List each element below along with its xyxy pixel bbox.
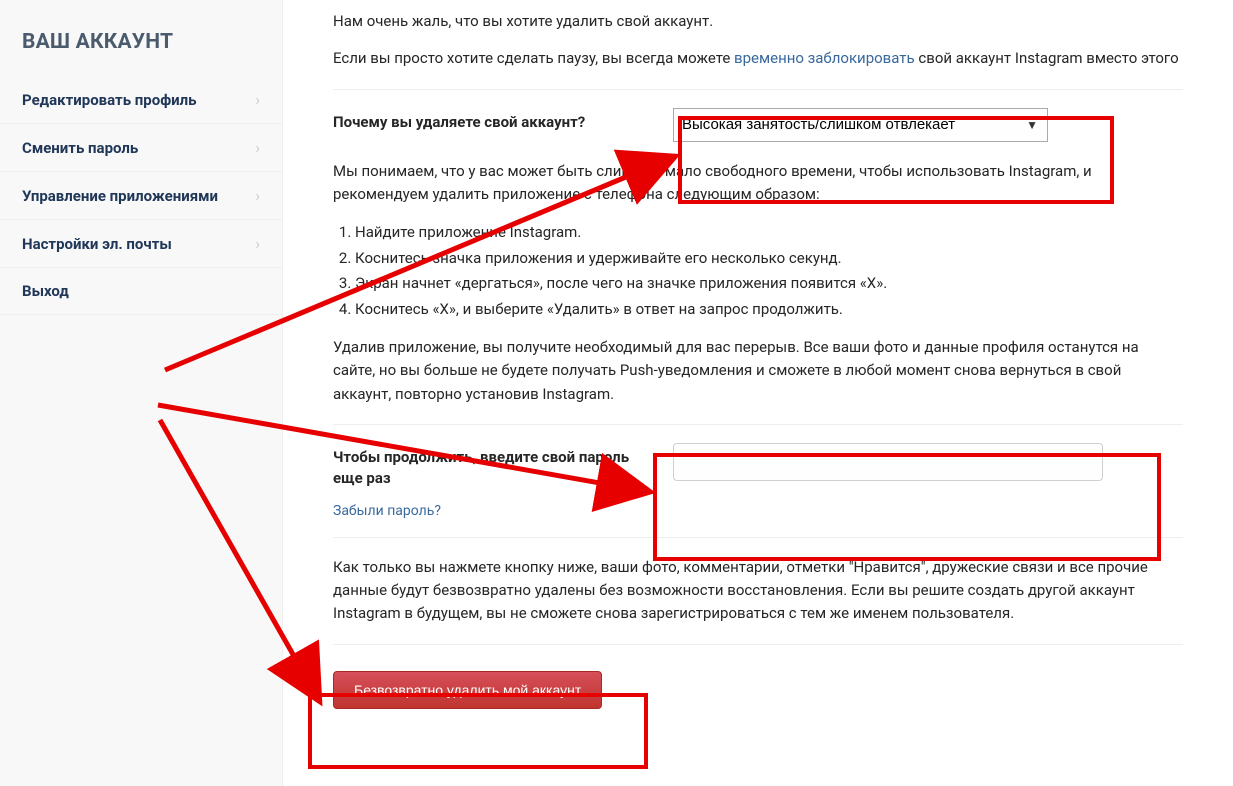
step-item: Коснитесь значка приложения и удерживайт…: [355, 246, 1183, 272]
sidebar-item-email-settings[interactable]: Настройки эл. почты ›: [0, 220, 282, 268]
chevron-right-icon: ›: [255, 234, 260, 253]
delete-account-button[interactable]: Безвозвратно удалить мой аккаунт: [333, 671, 602, 709]
chevron-right-icon: ›: [255, 138, 260, 157]
sidebar-item-label: Выход: [22, 282, 69, 300]
sidebar-item-manage-apps[interactable]: Управление приложениями ›: [0, 172, 282, 220]
main-content: Нам очень жаль, что вы хотите удалить св…: [283, 0, 1233, 786]
divider: [333, 644, 1183, 645]
final-warning-text: Как только вы нажмете кнопку ниже, ваши …: [333, 556, 1183, 626]
password-label-col: Чтобы продолжить, введите свой пароль ещ…: [333, 443, 633, 519]
reason-row: Почему вы удаляете свой аккаунт? Высокая…: [333, 108, 1183, 142]
reason-select[interactable]: Высокая занятость/слишком отвлекает: [673, 108, 1048, 142]
divider: [333, 424, 1183, 425]
steps-list: Найдите приложение Instagram. Коснитесь …: [355, 220, 1183, 322]
pause-text: Если вы просто хотите сделать паузу, вы …: [333, 47, 1183, 70]
pause-suffix: свой аккаунт Instagram вместо этого: [915, 49, 1179, 67]
divider: [333, 537, 1183, 538]
sidebar-item-label: Редактировать профиль: [22, 91, 197, 109]
sorry-text: Нам очень жаль, что вы хотите удалить св…: [333, 10, 1183, 33]
sidebar-item-label: Управление приложениями: [22, 187, 218, 205]
after-delete-text: Удалив приложение, вы получите необходим…: [333, 336, 1183, 406]
sidebar-title: ВАШ АККАУНТ: [0, 16, 282, 76]
sidebar-item-change-password[interactable]: Сменить пароль ›: [0, 124, 282, 172]
password-label: Чтобы продолжить, введите свой пароль ещ…: [333, 443, 633, 489]
divider: [333, 89, 1183, 90]
temp-disable-link[interactable]: временно заблокировать: [734, 49, 915, 67]
sidebar-item-label: Сменить пароль: [22, 139, 138, 157]
sidebar: ВАШ АККАУНТ Редактировать профиль › Смен…: [0, 0, 283, 786]
step-item: Коснитесь «X», и выберите «Удалить» в от…: [355, 297, 1183, 323]
forgot-password-link[interactable]: Забыли пароль?: [333, 503, 633, 519]
sidebar-item-edit-profile[interactable]: Редактировать профиль ›: [0, 76, 282, 124]
password-row: Чтобы продолжить, введите свой пароль ещ…: [333, 443, 1183, 519]
explain-text: Мы понимаем, что у вас может быть слишко…: [333, 160, 1183, 207]
step-item: Найдите приложение Instagram.: [355, 220, 1183, 246]
sidebar-item-logout[interactable]: Выход: [0, 268, 282, 315]
step-item: Экран начнет «дергаться», после чего на …: [355, 271, 1183, 297]
chevron-right-icon: ›: [255, 186, 260, 205]
chevron-right-icon: ›: [255, 90, 260, 109]
reason-label: Почему вы удаляете свой аккаунт?: [333, 108, 633, 133]
password-input[interactable]: [673, 443, 1103, 481]
sidebar-item-label: Настройки эл. почты: [22, 235, 172, 253]
reason-select-wrap: Высокая занятость/слишком отвлекает ▼: [673, 108, 1048, 142]
pause-prefix: Если вы просто хотите сделать паузу, вы …: [333, 49, 734, 67]
